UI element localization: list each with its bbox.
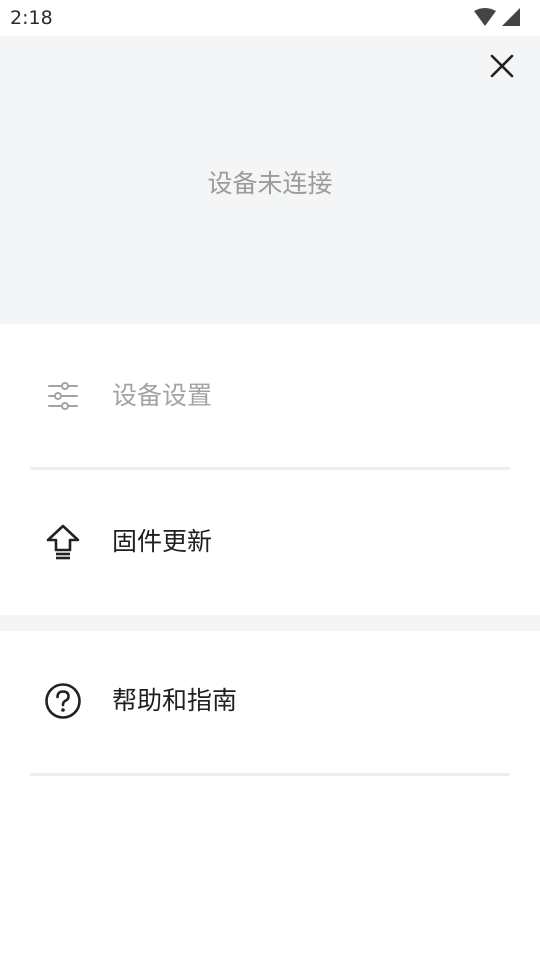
section-separator	[0, 615, 540, 631]
help-circle-icon	[43, 681, 83, 721]
menu-item-label: 固件更新	[112, 527, 213, 556]
menu-item-firmware-update[interactable]: 固件更新	[0, 487, 540, 597]
menu-item-label: 设备设置	[112, 381, 213, 410]
wifi-icon	[474, 8, 496, 26]
device-status-panel: 设备未连接	[0, 36, 540, 324]
menu-item-label: 帮助和指南	[112, 686, 238, 715]
status-time: 2:18	[10, 7, 53, 29]
device-connection-status: 设备未连接	[207, 169, 333, 198]
cellular-signal-icon	[502, 8, 520, 26]
status-bar: 2:18	[0, 0, 540, 36]
close-button[interactable]	[486, 50, 518, 82]
close-icon	[490, 54, 514, 78]
status-icons	[474, 8, 520, 26]
menu-item-device-settings[interactable]: 设备设置	[0, 341, 540, 451]
divider	[30, 467, 510, 470]
menu-item-help-guide[interactable]: 帮助和指南	[0, 646, 540, 756]
upload-arrow-icon	[43, 522, 83, 562]
divider	[30, 773, 510, 776]
sliders-icon	[43, 376, 83, 416]
